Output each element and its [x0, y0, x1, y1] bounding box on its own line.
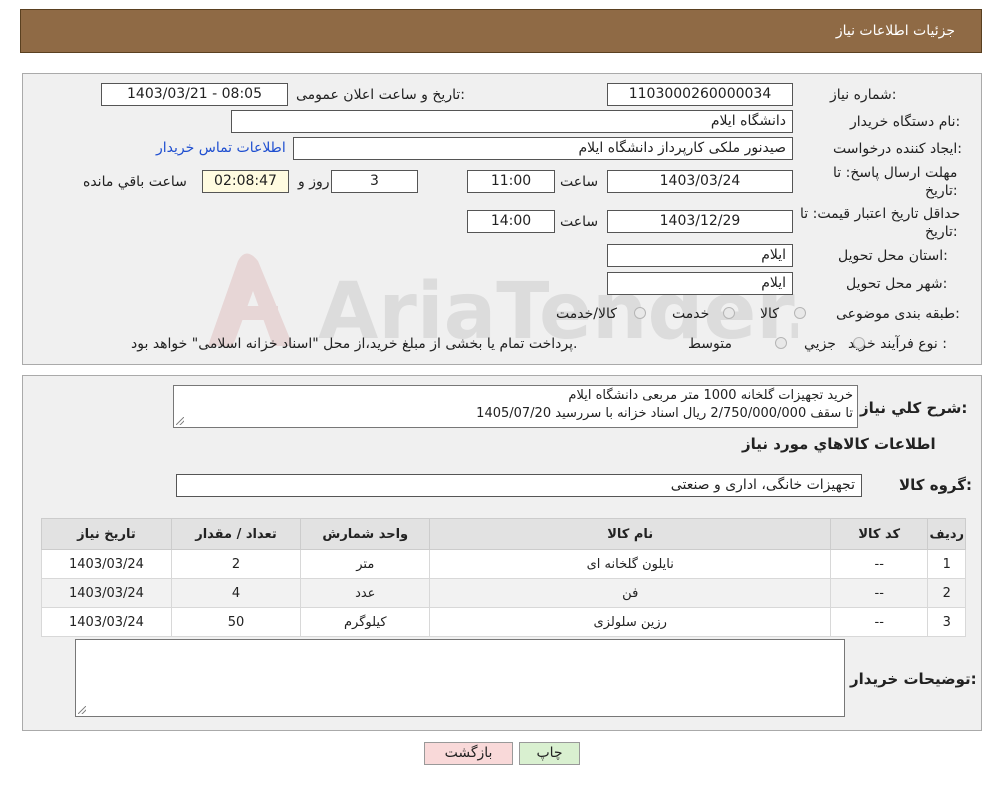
buyer-org-field: دانشگاه ایلام — [231, 110, 793, 133]
creator-label: ایجاد کننده درخواست: — [833, 141, 962, 157]
remaining-label: ساعت باقي مانده — [83, 174, 187, 190]
buyer-notes-textarea[interactable] — [75, 639, 845, 717]
table-row: 2 -- فن عدد 4 1403/03/24 — [41, 578, 966, 608]
province-field: ایلام — [607, 244, 793, 267]
row-name: نایلون گلخانه ای — [429, 549, 831, 579]
row-date: 1403/03/24 — [41, 607, 172, 637]
deadline-time-label: ساعت — [560, 174, 599, 190]
announce-field: 1403/03/21 - 08:05 — [101, 83, 288, 106]
row-qty: 4 — [170, 578, 302, 608]
row-date: 1403/03/24 — [41, 549, 172, 579]
validity-time-label: ساعت — [560, 214, 599, 230]
deadline-time-field: 11:00 — [467, 170, 555, 193]
city-label: شهر محل تحویل: — [846, 276, 948, 292]
table-row: 3 -- رزین سلولزی کیلوگرم 50 1403/03/24 — [41, 607, 966, 637]
goods-group-label: گروه کالا: — [899, 476, 972, 494]
validity-date-field: 1403/12/29 — [607, 210, 793, 233]
creator-field: صیدنور ملکی کارپرداز دانشگاه ایلام — [293, 137, 793, 160]
category-option-goods: کالا — [760, 306, 779, 322]
buyer-notes-label: توضیحات خریدار: — [850, 670, 977, 688]
deadline-label-2: تاریخ: — [925, 183, 958, 199]
buyer-contact-link[interactable]: اطلاعات تماس خریدار — [156, 140, 286, 156]
col-header-date: تاریخ نیاز — [41, 518, 172, 550]
row-unit: متر — [300, 549, 431, 579]
row-qty: 50 — [170, 607, 302, 637]
row-code: -- — [829, 578, 929, 608]
col-header-unit: واحد شمارش — [300, 518, 431, 550]
table-row: 1 -- نایلون گلخانه ای متر 2 1403/03/24 — [41, 549, 966, 579]
row-code: -- — [829, 607, 929, 637]
row-date: 1403/03/24 — [41, 578, 172, 608]
validity-label-1: حداقل تاریخ اعتبار قیمت: تا — [800, 206, 961, 222]
process-radio-minor[interactable] — [853, 337, 865, 349]
row-index: 3 — [927, 607, 966, 637]
row-index: 1 — [927, 549, 966, 579]
days-label: روز و — [298, 174, 330, 190]
resize-grip-icon[interactable] — [78, 706, 86, 714]
row-unit: کیلوگرم — [300, 607, 431, 637]
goods-table-header: رديف کد کالا نام کالا واحد شمارش تعداد /… — [41, 518, 966, 550]
col-header-name: نام کالا — [429, 518, 831, 550]
province-label: استان محل تحویل: — [838, 248, 948, 264]
goods-table: رديف کد کالا نام کالا واحد شمارش تعداد /… — [41, 518, 966, 637]
process-note: پرداخت تمام یا بخشی از مبلغ خرید،از محل … — [131, 336, 578, 352]
validity-time-field: 14:00 — [467, 210, 555, 233]
row-index: 2 — [927, 578, 966, 608]
category-option-service: خدمت — [672, 306, 710, 322]
col-header-code: کد کالا — [829, 518, 929, 550]
need-number-label: شماره نیاز: — [830, 87, 897, 103]
print-button[interactable]: چاپ — [519, 742, 580, 765]
process-option-minor: جزيي — [804, 336, 836, 352]
remaining-time-field: 02:08:47 — [202, 170, 289, 193]
row-unit: عدد — [300, 578, 431, 608]
description-line-2: تا سقف 2/750/000/000 ریال اسناد خزانه با… — [476, 406, 853, 421]
page-header: جزئیات اطلاعات نیاز — [20, 9, 982, 53]
description-line-1: خرید تجهیزات گلخانه 1000 متر مربعی دانشگ… — [568, 388, 853, 403]
category-radio-goods[interactable] — [794, 307, 806, 319]
goods-group-field: تجهیزات خانگی، اداری و صنعتی — [176, 474, 862, 497]
col-header-index: رديف — [927, 518, 966, 550]
row-name: فن — [429, 578, 831, 608]
col-header-qty: تعداد / مقدار — [170, 518, 302, 550]
deadline-date-field: 1403/03/24 — [607, 170, 793, 193]
resize-grip-icon[interactable] — [176, 417, 184, 425]
goods-section-title: اطلاعات کالاهاي مورد نياز — [742, 435, 936, 453]
category-label: طبقه بندی موضوعی: — [836, 306, 960, 322]
process-radio-medium[interactable] — [775, 337, 787, 349]
deadline-label-1: مهلت ارسال پاسخ: تا — [833, 165, 958, 181]
description-textarea[interactable]: خرید تجهیزات گلخانه 1000 متر مربعی دانشگ… — [173, 385, 858, 428]
description-label: شرح کلي نياز: — [860, 399, 968, 417]
city-field: ایلام — [607, 272, 793, 295]
validity-label-2: تاریخ: — [925, 224, 958, 240]
category-radio-service[interactable] — [723, 307, 735, 319]
row-qty: 2 — [170, 549, 302, 579]
buyer-org-label: نام دستگاه خریدار: — [850, 114, 961, 130]
row-code: -- — [829, 549, 929, 579]
page-title: جزئیات اطلاعات نیاز — [835, 23, 955, 39]
days-field: 3 — [331, 170, 418, 193]
category-option-both: کالا/خدمت — [556, 306, 617, 322]
process-option-medium: متوسط — [688, 336, 732, 352]
row-name: رزین سلولزی — [429, 607, 831, 637]
announce-label: تاریخ و ساعت اعلان عمومی: — [296, 87, 465, 103]
back-button[interactable]: بازگشت — [424, 742, 513, 765]
category-radio-both[interactable] — [634, 307, 646, 319]
need-number-field: 1103000260000034 — [607, 83, 793, 106]
